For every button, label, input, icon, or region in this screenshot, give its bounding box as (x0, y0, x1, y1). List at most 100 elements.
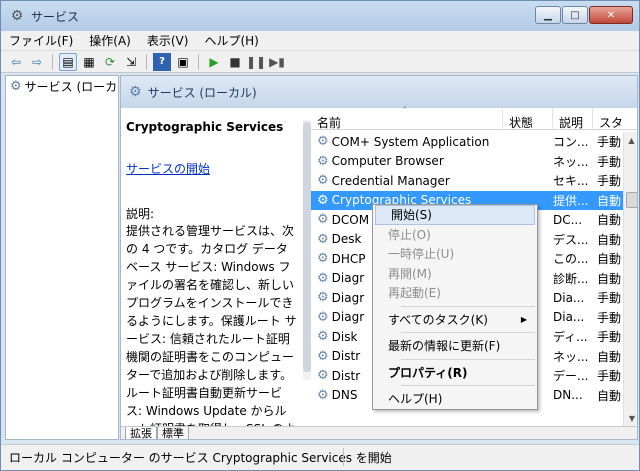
export-list-icon[interactable]: ▦ (80, 53, 98, 71)
sort-up-icon: ⌃ (401, 106, 409, 116)
scroll-thumb[interactable] (626, 192, 637, 208)
ctx-resume-menu-item[interactable]: 再開(M) (373, 264, 537, 284)
column-description[interactable]: 説明 (553, 108, 593, 130)
menu-item-label: ヘルプ(H) (388, 392, 443, 407)
service-gear-icon: ⚙ (317, 329, 329, 345)
row-name: Desk (331, 232, 362, 247)
menu-separator (401, 332, 535, 333)
row-startup: 自動 (597, 388, 622, 403)
service-gear-icon: ⚙ (317, 368, 329, 384)
service-description: 提供される管理サービスは、次の 4 つです。カタログ データベース サービス: … (126, 224, 297, 426)
service-gear-icon: ⚙ (317, 270, 329, 286)
row-startup: 手動 (597, 330, 622, 345)
menu-bar: ファイル(F) 操作(A) 表示(V) ヘルプ(H) (1, 31, 639, 51)
services-gear-icon: ⚙ (10, 8, 24, 24)
ctx-restart-menu-item[interactable]: 再起動(E) (373, 283, 537, 303)
pane-header: ⚙ サービス (ローカル) (121, 76, 637, 108)
menu-item-label: 再起動(E) (388, 286, 441, 301)
description-label: 説明: (126, 207, 155, 221)
view-tabs: 拡張 標準 (121, 426, 637, 439)
ctx-all-tasks-menu-item[interactable]: すべてのタスク(K) ▶ (373, 310, 537, 330)
tree-item-services-local[interactable]: ⚙ サービス (ローカ (6, 76, 118, 97)
restart-service-icon[interactable]: ▶▮ (268, 53, 286, 71)
close-button[interactable]: ✕ (589, 6, 633, 24)
gear-icon: ⚙ (10, 79, 22, 94)
row-name: Distr (331, 368, 361, 383)
export-icon[interactable]: ⇲ (122, 53, 140, 71)
row-description: ネッ... (553, 349, 589, 364)
column-startup[interactable]: スタ (593, 108, 637, 130)
row-name: DNS (331, 388, 358, 403)
refresh-icon[interactable]: ⟳ (101, 53, 119, 71)
row-name: DHCP (331, 251, 366, 266)
list-scrollbar[interactable]: ▲ ▼ (623, 132, 637, 426)
ctx-properties-menu-item[interactable]: プロパティ(R) (373, 363, 537, 383)
row-name: Computer Browser (331, 154, 444, 169)
tab-standard[interactable]: 標準 (157, 427, 189, 439)
row-name: Diagr (331, 271, 365, 286)
row-name: COM+ System Application (331, 134, 490, 149)
table-row[interactable]: ⚙ Computer Browser ネッ... 手動 (311, 152, 623, 172)
row-description: 提供... (553, 193, 589, 208)
menu-item-label: プロパティ(R) (388, 365, 468, 380)
console-tree-icon[interactable]: ▤ (59, 52, 77, 71)
menu-action[interactable]: 操作(A) (81, 32, 139, 49)
service-gear-icon: ⚙ (317, 231, 329, 247)
maximize-button[interactable]: □ (562, 6, 588, 24)
column-name[interactable]: ⌃ 名前 (311, 106, 503, 130)
row-description: Dia... (553, 290, 585, 305)
column-headers: ⌃ 名前 状態 説明 スタ (311, 106, 637, 130)
service-gear-icon: ⚙ (317, 387, 329, 403)
column-status[interactable]: 状態 (503, 108, 553, 130)
menu-item-label: 開始(S) (391, 208, 432, 223)
pane-title: サービス (ローカル) (147, 85, 257, 100)
row-startup: 手動 (597, 291, 622, 306)
menu-item-label: 一時停止(U) (388, 247, 455, 262)
row-startup: 手動 (597, 174, 622, 189)
row-name: Diagr (331, 310, 365, 325)
ctx-pause-menu-item[interactable]: 一時停止(U) (373, 244, 537, 264)
scroll-up-icon[interactable]: ▲ (624, 132, 637, 148)
menu-item-label: 停止(O) (388, 227, 431, 242)
menu-separator (401, 305, 535, 307)
table-row[interactable]: ⚙ Credential Manager セキ... 手動 (311, 171, 623, 191)
detail-scrollbar[interactable] (303, 120, 311, 380)
scroll-down-icon[interactable]: ▼ (624, 410, 637, 426)
row-description: セキ... (553, 174, 589, 189)
back-arrow-icon[interactable]: ⇦ (7, 53, 25, 71)
ctx-refresh-menu-item[interactable]: 最新の情報に更新(F) (373, 336, 537, 356)
ctx-start-menu-item[interactable]: 開始(S) (375, 205, 535, 225)
start-service-icon[interactable]: ▶ (205, 53, 223, 71)
forward-arrow-icon[interactable]: ⇨ (28, 53, 46, 71)
gear-icon: ⚙ (129, 84, 142, 100)
row-description: この... (553, 252, 589, 267)
row-description: コン... (553, 135, 589, 150)
row-startup: 自動 (597, 193, 622, 208)
stop-service-icon[interactable]: ■ (226, 53, 244, 71)
properties-icon[interactable]: ▣ (174, 53, 192, 71)
row-name: Distr (331, 349, 361, 364)
menu-view[interactable]: 表示(V) (139, 32, 197, 49)
table-row[interactable]: ⚙ COM+ System Application コン... 手動 (311, 132, 623, 152)
row-startup: 自動 (597, 213, 622, 228)
menu-file[interactable]: ファイル(F) (1, 32, 81, 49)
tab-extended[interactable]: 拡張 (125, 427, 157, 439)
start-service-link[interactable]: サービスの開始 (126, 160, 297, 177)
ctx-stop-menu-item[interactable]: 停止(O) (373, 225, 537, 245)
menu-help[interactable]: ヘルプ(H) (196, 32, 266, 49)
pause-service-icon[interactable]: ❚❚ (246, 53, 266, 71)
menu-item-label: 最新の情報に更新(F) (388, 339, 501, 354)
menu-item-label: 再開(M) (388, 266, 432, 281)
menu-separator (401, 385, 535, 386)
service-gear-icon: ⚙ (317, 192, 329, 208)
service-gear-icon: ⚙ (317, 251, 329, 267)
ctx-help-menu-item[interactable]: ヘルプ(H) (373, 389, 537, 409)
minimize-button[interactable]: ▁ (535, 6, 561, 24)
row-description: 診断... (553, 271, 589, 286)
help-icon[interactable]: ? (153, 52, 171, 71)
service-gear-icon: ⚙ (317, 348, 329, 364)
row-name: Disk (331, 329, 358, 344)
submenu-arrow-icon: ▶ (520, 314, 527, 324)
status-bar: ローカル コンピューター のサービス Cryptographic Service… (1, 444, 639, 470)
title-bar[interactable]: ⚙ サービス ▁ □ ✕ (1, 1, 639, 31)
